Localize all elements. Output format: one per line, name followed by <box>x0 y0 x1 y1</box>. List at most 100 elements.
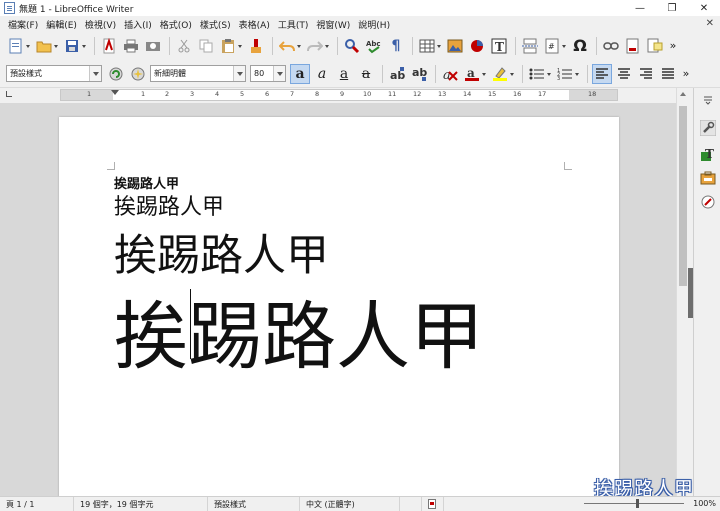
document-workspace: 挨踢路人甲 挨踢路人甲 挨踢路人甲 挨踢路人甲 <box>0 103 676 496</box>
justify-icon[interactable] <box>658 64 678 84</box>
document-modified-icon[interactable] <box>422 496 444 511</box>
align-right-icon[interactable] <box>636 64 656 84</box>
insert-comment-icon[interactable] <box>645 36 665 56</box>
paragraph-style-select[interactable]: 預設樣式 <box>6 65 102 82</box>
ruler-number: 13 <box>438 90 447 98</box>
svg-text:T: T <box>705 147 714 161</box>
bullet-list-icon[interactable] <box>527 64 551 84</box>
strikethrough-icon[interactable]: a <box>356 64 376 84</box>
insert-table-icon[interactable] <box>417 36 441 56</box>
ruler-number: 3 <box>190 90 195 98</box>
paragraph-style-value: 預設樣式 <box>10 69 42 78</box>
align-center-icon[interactable] <box>614 64 634 84</box>
page-style-status[interactable]: 預設樣式 <box>208 496 300 511</box>
toolbar-separator <box>515 36 516 55</box>
menu-tools[interactable]: 工具(T) <box>274 18 313 31</box>
chevron-down-icon[interactable] <box>89 66 101 81</box>
standard-toolbar: Abc ¶ T # Ω » <box>0 32 720 59</box>
indent-marker-icon[interactable] <box>111 90 119 95</box>
highlight-icon[interactable] <box>490 64 514 84</box>
paste-icon[interactable] <box>218 36 242 56</box>
zoom-level[interactable]: 100% <box>693 499 716 508</box>
redo-icon[interactable] <box>305 36 329 56</box>
export-pdf-icon[interactable] <box>99 36 119 56</box>
align-left-icon[interactable] <box>592 63 612 84</box>
menu-table[interactable]: 表格(A) <box>235 18 274 31</box>
insert-mode-status[interactable] <box>400 496 422 511</box>
tab-stop-selector-icon[interactable] <box>6 91 12 97</box>
document-page[interactable]: 挨踢路人甲 挨踢路人甲 挨踢路人甲 挨踢路人甲 <box>59 117 619 496</box>
cut-icon[interactable] <box>174 36 194 56</box>
font-name-select[interactable]: 新細明體 <box>150 65 246 82</box>
insert-special-character-icon[interactable]: Ω <box>570 36 590 56</box>
update-style-icon[interactable] <box>106 64 126 84</box>
more-tools-icon[interactable]: » <box>667 36 679 56</box>
ruler-number: 8 <box>315 90 320 98</box>
scrollbar-thumb[interactable] <box>679 106 687 286</box>
formatting-marks-icon[interactable]: ¶ <box>386 36 406 56</box>
sidebar-menu-icon[interactable] <box>698 90 717 109</box>
insert-footnote-icon[interactable] <box>623 36 643 56</box>
menu-help[interactable]: 說明(H) <box>354 18 394 31</box>
menu-file[interactable]: 檔案(F) <box>4 18 42 31</box>
text-line[interactable]: 挨踢路人甲 <box>114 221 329 283</box>
bold-icon[interactable]: a <box>290 63 310 84</box>
svg-text:a: a <box>467 66 475 80</box>
svg-text:T: T <box>495 40 504 54</box>
text-line[interactable]: 挨踢路人甲 <box>114 189 224 221</box>
ruler-number: 14 <box>463 90 472 98</box>
styles-icon[interactable]: T <box>698 144 717 163</box>
new-style-icon[interactable] <box>128 64 148 84</box>
language-status[interactable]: 中文 (正體字) <box>300 496 400 511</box>
menu-window[interactable]: 視窗(W) <box>312 18 354 31</box>
numbered-list-icon[interactable]: 123 <box>555 64 579 84</box>
clone-formatting-icon[interactable] <box>246 36 266 56</box>
ruler-number: 11 <box>388 90 397 98</box>
zoom-slider-handle[interactable] <box>636 499 639 508</box>
font-size-select[interactable]: 80 <box>250 65 286 82</box>
find-replace-icon[interactable] <box>342 36 362 56</box>
new-document-icon[interactable] <box>6 36 30 56</box>
insert-image-icon[interactable] <box>445 36 465 56</box>
chevron-down-icon[interactable] <box>273 66 285 81</box>
close-button[interactable]: ✕ <box>688 0 720 16</box>
word-count-status[interactable]: 19 個字，19 個字元 <box>74 496 208 511</box>
zoom-slider[interactable] <box>584 503 684 504</box>
menu-view[interactable]: 檢視(V) <box>81 18 120 31</box>
copy-icon[interactable] <box>196 36 216 56</box>
insert-field-icon[interactable]: # <box>542 36 566 56</box>
print-preview-icon[interactable] <box>143 36 163 56</box>
maximize-button[interactable]: ❐ <box>656 0 688 16</box>
menu-edit[interactable]: 編輯(E) <box>42 18 81 31</box>
subscript-icon[interactable]: ab <box>409 64 429 84</box>
superscript-icon[interactable]: ab <box>387 64 407 84</box>
menu-format[interactable]: 格式(O) <box>156 18 196 31</box>
print-icon[interactable] <box>121 36 141 56</box>
ruler-number: 15 <box>488 90 497 98</box>
gallery-icon[interactable] <box>698 168 717 187</box>
page-number-status[interactable]: 頁 1 / 1 <box>0 496 74 511</box>
insert-hyperlink-icon[interactable] <box>601 36 621 56</box>
insert-page-break-icon[interactable] <box>520 36 540 56</box>
open-folder-icon[interactable] <box>34 36 58 56</box>
font-color-icon[interactable]: a <box>462 64 486 84</box>
scroll-up-icon[interactable] <box>680 92 686 96</box>
menu-styles[interactable]: 樣式(S) <box>196 18 235 31</box>
more-formatting-icon[interactable]: » <box>680 64 692 84</box>
close-document-icon[interactable]: ✕ <box>706 18 714 29</box>
horizontal-ruler[interactable]: 1 1 2 3 4 5 6 7 8 9 10 11 12 13 14 15 16… <box>60 89 618 101</box>
menu-insert[interactable]: 插入(I) <box>120 18 156 31</box>
properties-wrench-icon[interactable] <box>698 118 717 137</box>
italic-icon[interactable]: a <box>312 64 332 84</box>
insert-text-box-icon[interactable]: T <box>489 36 509 56</box>
navigator-icon[interactable] <box>698 192 717 211</box>
minimize-button[interactable]: — <box>624 0 656 16</box>
spelling-icon[interactable]: Abc <box>364 36 384 56</box>
save-icon[interactable] <box>62 36 86 56</box>
undo-icon[interactable] <box>277 36 301 56</box>
text-line[interactable]: 挨踢路人甲 <box>114 277 484 384</box>
clear-formatting-icon[interactable]: a <box>440 64 460 84</box>
chevron-down-icon[interactable] <box>233 66 245 81</box>
underline-icon[interactable]: a <box>334 64 354 84</box>
insert-chart-icon[interactable] <box>467 36 487 56</box>
